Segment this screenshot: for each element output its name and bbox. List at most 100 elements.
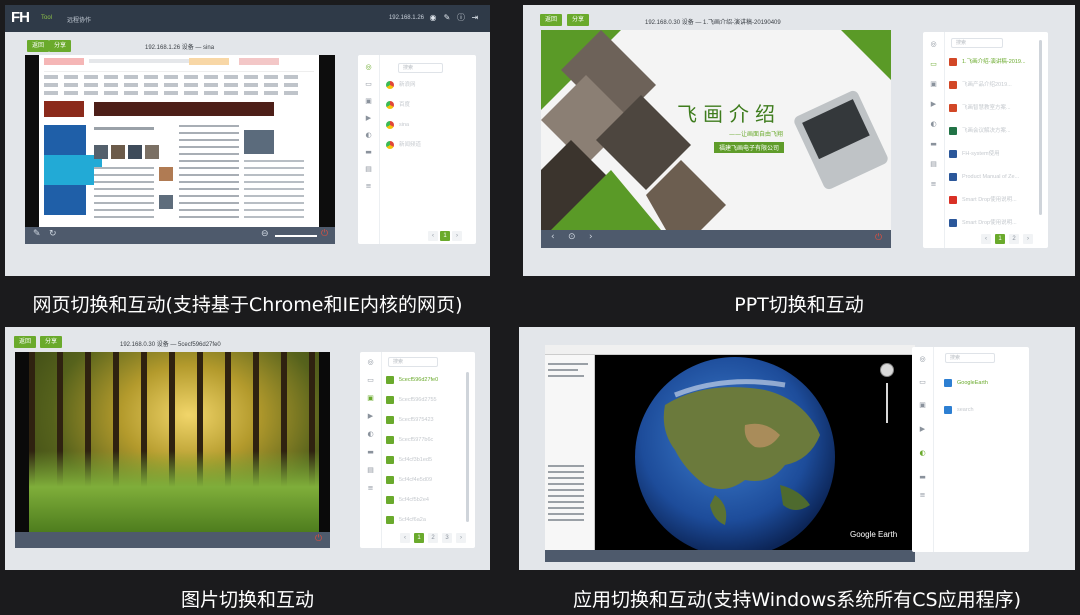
list-category-icon[interactable]: ≡ (929, 180, 938, 188)
browser-page[interactable] (39, 55, 319, 227)
menu-remote[interactable]: 远程协作 (67, 15, 91, 24)
list-item[interactable]: 5cecf5977b6c (386, 434, 464, 446)
list-item[interactable]: search (944, 404, 1024, 416)
image-category-icon[interactable]: ▣ (918, 401, 927, 409)
refresh-icon[interactable]: ↻ (49, 229, 57, 239)
zoom-slider[interactable] (275, 235, 317, 237)
next-page-button[interactable]: › (452, 231, 462, 241)
list-item[interactable]: 5cf4cf6a2a (386, 514, 464, 526)
back-button[interactable]: 返回 (14, 336, 37, 348)
page-button[interactable]: 2 (1009, 234, 1019, 244)
screen-category-icon[interactable]: ▤ (364, 165, 373, 173)
scrollbar[interactable] (1039, 40, 1042, 215)
office-category-icon[interactable]: ▭ (364, 80, 373, 88)
list-item[interactable]: Product Manual of Ze... (949, 171, 1035, 183)
office-category-icon[interactable]: ▭ (918, 378, 927, 386)
share-button[interactable]: 分享 (40, 336, 63, 348)
app-category-icon[interactable]: ◐ (366, 430, 375, 438)
prev-page-button[interactable]: ‹ (981, 234, 991, 244)
browser-category-icon[interactable]: ◎ (929, 40, 938, 48)
logout-icon[interactable]: ⇥ (470, 13, 480, 23)
app-category-icon[interactable]: ◐ (364, 131, 373, 139)
list-category-icon[interactable]: ≡ (366, 484, 375, 492)
page-button[interactable]: 3 (442, 533, 452, 543)
zoom-icon[interactable]: ⊖ (261, 229, 269, 239)
list-item[interactable]: Smart Drop使用说明... (949, 217, 1035, 229)
list-item[interactable]: 百度 (386, 99, 472, 111)
browser-category-icon[interactable]: ◎ (366, 358, 375, 366)
list-item[interactable]: 5cecf596d27fe0 (386, 374, 464, 386)
list-item[interactable]: 5cecf5975423 (386, 414, 464, 426)
close-icon[interactable]: ⏻ (315, 534, 322, 544)
shared-screen[interactable]: Google Earth (545, 345, 915, 550)
navigation-control[interactable] (880, 363, 894, 377)
video-category-icon[interactable]: ▶ (366, 412, 375, 420)
comment-icon[interactable]: ✎ (33, 229, 41, 239)
close-icon[interactable]: ⏻ (875, 233, 882, 243)
next-slide-icon[interactable]: › (589, 232, 593, 242)
list-item[interactable]: GoogleEarth (944, 377, 1024, 389)
video-category-icon[interactable]: ▶ (364, 114, 373, 122)
desktop-category-icon[interactable]: ▬ (918, 473, 927, 481)
video-category-icon[interactable]: ▶ (929, 100, 938, 108)
page-button[interactable]: 1 (440, 231, 450, 241)
back-button[interactable]: 返回 (27, 40, 50, 52)
prev-page-button[interactable]: ‹ (428, 231, 438, 241)
image-category-icon[interactable]: ▣ (929, 80, 938, 88)
shared-screen[interactable] (15, 352, 330, 532)
app-category-icon[interactable]: ◐ (929, 120, 938, 128)
office-category-icon[interactable]: ▭ (366, 376, 375, 384)
image-category-icon[interactable]: ▣ (366, 394, 375, 402)
list-item[interactable]: 飞画智慧教室方案... (949, 102, 1035, 114)
browser-category-icon[interactable]: ◎ (364, 63, 373, 71)
scrollbar[interactable] (466, 372, 469, 522)
forest-image (29, 352, 319, 532)
prev-page-button[interactable]: ‹ (400, 533, 410, 543)
list-item[interactable]: 5cecf596d2755 (386, 394, 464, 406)
shared-screen[interactable]: 飞画介绍 ——让画面自由飞翔 福建飞画电子有限公司 (541, 30, 891, 230)
list-item[interactable]: Smart Drop使用说明... (949, 194, 1035, 206)
desktop-category-icon[interactable]: ▬ (364, 148, 373, 156)
shared-screen[interactable] (25, 55, 335, 227)
list-category-icon[interactable]: ≡ (918, 491, 927, 499)
info-icon[interactable]: ⓘ (456, 13, 466, 23)
page-button[interactable]: 2 (428, 533, 438, 543)
desktop-category-icon[interactable]: ▬ (929, 140, 938, 148)
list-item[interactable]: 5cf4cf5b2e4 (386, 494, 464, 506)
list-item[interactable]: 新闻频道 (386, 139, 472, 151)
list-category-icon[interactable]: ≡ (364, 182, 373, 190)
desktop-category-icon[interactable]: ▬ (366, 448, 375, 456)
screen-category-icon[interactable]: ▤ (366, 466, 375, 474)
search-input[interactable]: 搜索 (398, 63, 443, 73)
page-button[interactable]: 1 (414, 533, 424, 543)
list-item[interactable]: sina (386, 119, 472, 131)
next-page-button[interactable]: › (456, 533, 466, 543)
list-item[interactable]: 1.飞画介绍-演讲稿-2019... (949, 56, 1035, 68)
share-button[interactable]: 分享 (49, 40, 72, 52)
browser-category-icon[interactable]: ◎ (918, 355, 927, 363)
next-page-button[interactable]: › (1023, 234, 1033, 244)
list-item[interactable]: 飞画产品介绍2019... (949, 79, 1035, 91)
list-item[interactable]: 飞画会议解决方案... (949, 125, 1035, 137)
list-item[interactable]: 5cf4cf4e5d09 (386, 474, 464, 486)
list-item[interactable]: FH-system使用 (949, 148, 1035, 160)
search-input[interactable]: 搜索 (951, 38, 1003, 48)
zoom-slider[interactable] (886, 383, 888, 423)
list-item[interactable]: 5cf4cf3b1ed5 (386, 454, 464, 466)
back-button[interactable]: 返回 (540, 14, 563, 26)
settings-icon[interactable]: ✎ (442, 13, 452, 23)
share-button[interactable]: 分享 (567, 14, 590, 26)
user-icon[interactable]: ◉ (428, 13, 438, 23)
page-button[interactable]: 1 (995, 234, 1005, 244)
search-input[interactable]: 搜索 (945, 353, 995, 363)
close-icon[interactable]: ⏻ (321, 229, 328, 239)
search-input[interactable]: 搜索 (388, 357, 438, 367)
image-category-icon[interactable]: ▣ (364, 97, 373, 105)
list-item[interactable]: 新浪网 (386, 79, 472, 91)
office-category-icon[interactable]: ▭ (929, 60, 938, 68)
video-category-icon[interactable]: ▶ (918, 425, 927, 433)
prev-slide-icon[interactable]: ‹ (551, 232, 555, 242)
app-category-icon[interactable]: ◐ (918, 449, 927, 457)
play-icon[interactable]: ⊙ (568, 232, 576, 242)
screen-category-icon[interactable]: ▤ (929, 160, 938, 168)
